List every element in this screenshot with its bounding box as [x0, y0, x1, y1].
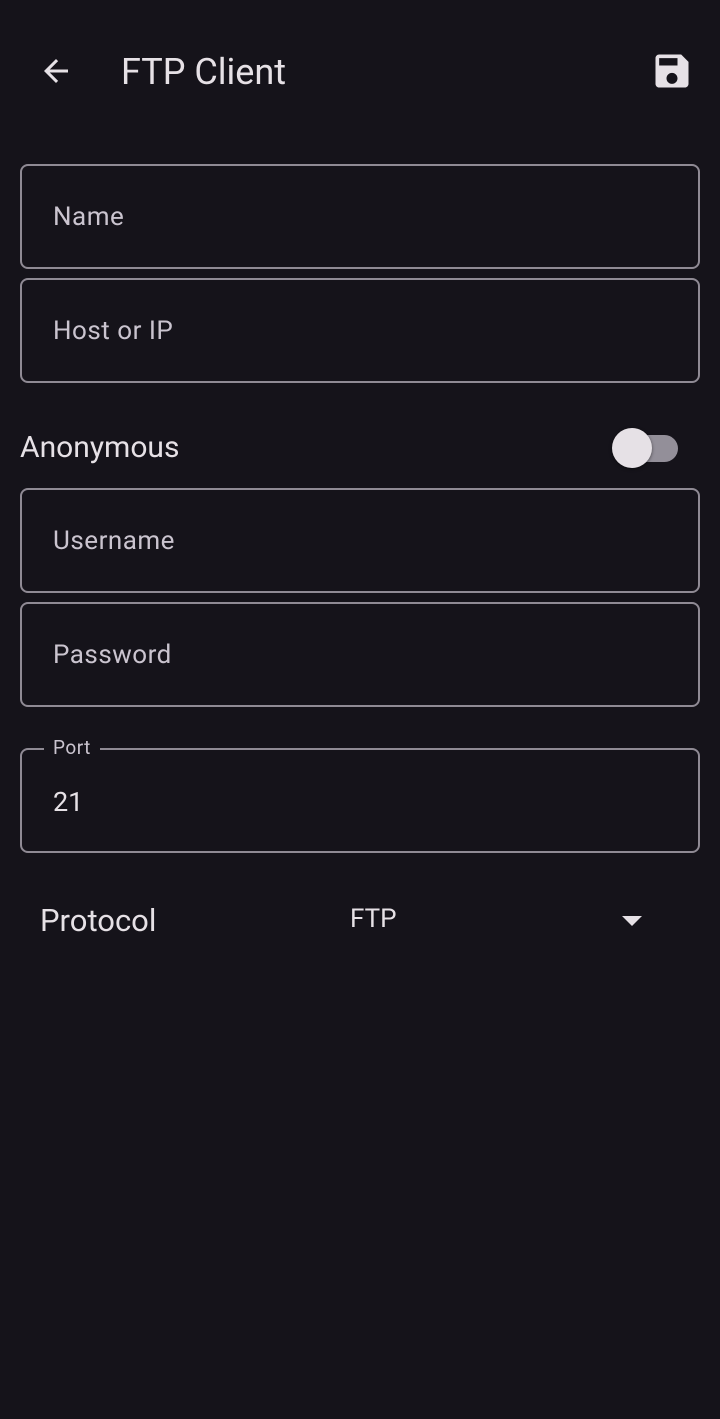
username-input[interactable]	[22, 490, 698, 591]
anonymous-row: Anonymous	[20, 420, 700, 476]
protocol-label: Protocol	[40, 902, 157, 939]
protocol-selected-value: FTP	[350, 904, 397, 934]
password-field[interactable]: Password	[20, 602, 700, 707]
arrow-back-icon	[44, 59, 68, 83]
host-input[interactable]	[22, 280, 698, 381]
port-field[interactable]: Port 21	[20, 736, 700, 853]
password-input[interactable]	[22, 604, 698, 705]
floppy-disk-save-icon	[655, 54, 689, 88]
back-button[interactable]	[26, 41, 86, 101]
anonymous-toggle[interactable]	[612, 428, 680, 468]
anonymous-label: Anonymous	[20, 430, 180, 465]
host-field[interactable]: Host or IP	[20, 278, 700, 383]
top-app-bar: FTP Client	[0, 0, 720, 144]
save-button[interactable]	[642, 41, 702, 101]
port-input[interactable]	[22, 750, 698, 851]
name-input[interactable]	[22, 166, 698, 267]
page-title: FTP Client	[121, 51, 287, 93]
name-field[interactable]: Name	[20, 164, 700, 269]
dropdown-arrow-icon	[622, 916, 642, 926]
protocol-row: Protocol FTP	[40, 890, 680, 954]
username-field[interactable]: Username	[20, 488, 700, 593]
toggle-thumb	[612, 428, 652, 468]
protocol-dropdown[interactable]: FTP	[340, 890, 660, 954]
